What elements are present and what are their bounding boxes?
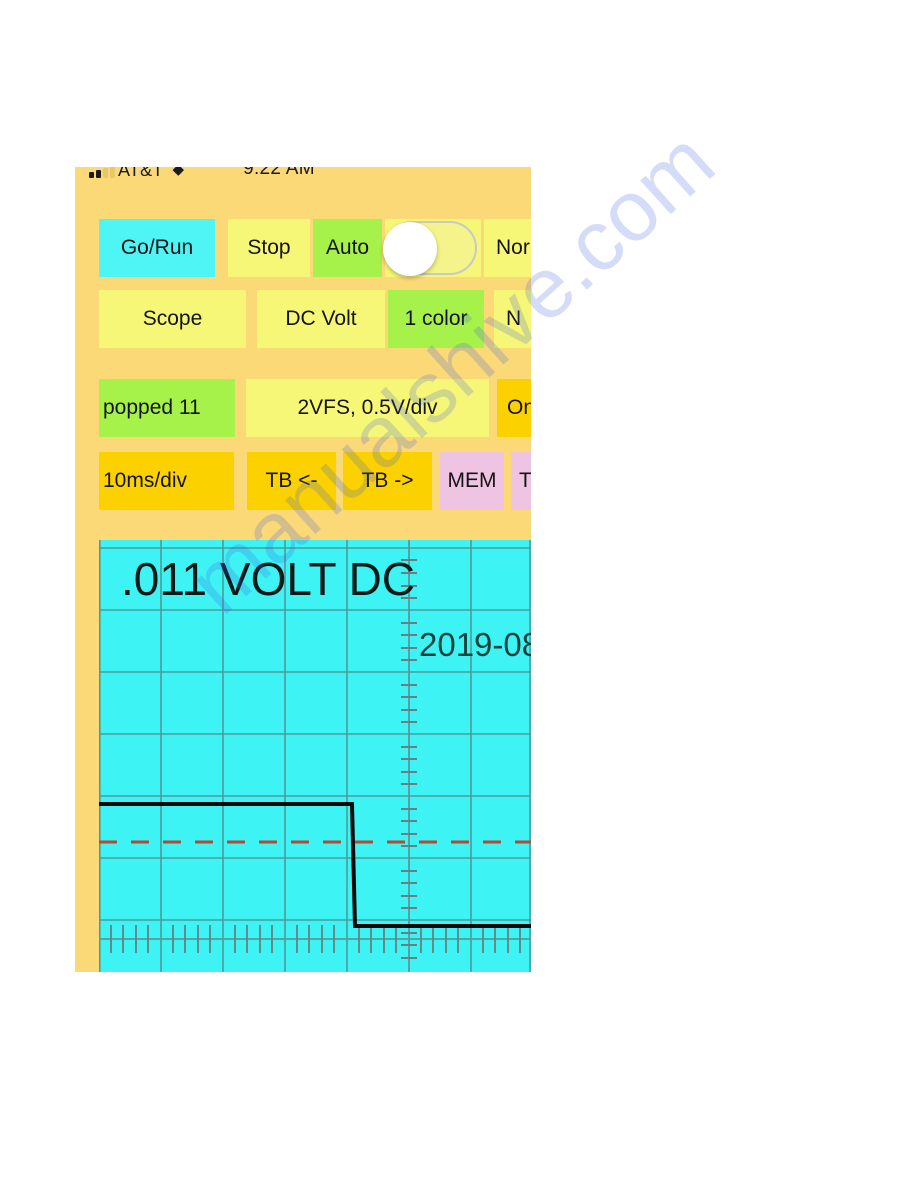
trigger-toggle-switch[interactable]: [383, 219, 481, 277]
one-color-button[interactable]: 1 color: [388, 290, 484, 348]
status-bar: AT&T ◆ 9:22 AM: [75, 167, 531, 185]
timebase-button[interactable]: 10ms/div: [99, 452, 234, 510]
timebase-left-button[interactable]: TB <-: [247, 452, 336, 510]
vertical-scale-button[interactable]: 2VFS, 0.5V/div: [246, 379, 489, 437]
toggle-track: [383, 221, 477, 276]
phone-screenshot: AT&T ◆ 9:22 AM Go/Run Stop Auto Nor Scop…: [75, 167, 531, 972]
go-run-button[interactable]: Go/Run: [99, 219, 215, 277]
mem-button[interactable]: MEM: [440, 452, 504, 510]
on-button[interactable]: On: [497, 379, 531, 437]
dc-volt-button[interactable]: DC Volt: [257, 290, 385, 348]
trace-button[interactable]: T: [511, 452, 531, 510]
normal-button[interactable]: Nor: [484, 219, 531, 277]
auto-button[interactable]: Auto: [313, 219, 382, 277]
toggle-knob[interactable]: [383, 222, 437, 276]
scope-background: [99, 540, 531, 972]
popped-button[interactable]: popped 11: [99, 379, 235, 437]
scope-button[interactable]: Scope: [99, 290, 246, 348]
stop-button[interactable]: Stop: [228, 219, 310, 277]
clock-label: 9:22 AM: [243, 167, 315, 179]
timebase-right-button[interactable]: TB ->: [343, 452, 432, 510]
scope-canvas: [99, 540, 531, 972]
oscilloscope-display[interactable]: .011 VOLT DC 2019-08: [99, 540, 531, 972]
no-button[interactable]: N: [494, 290, 531, 348]
